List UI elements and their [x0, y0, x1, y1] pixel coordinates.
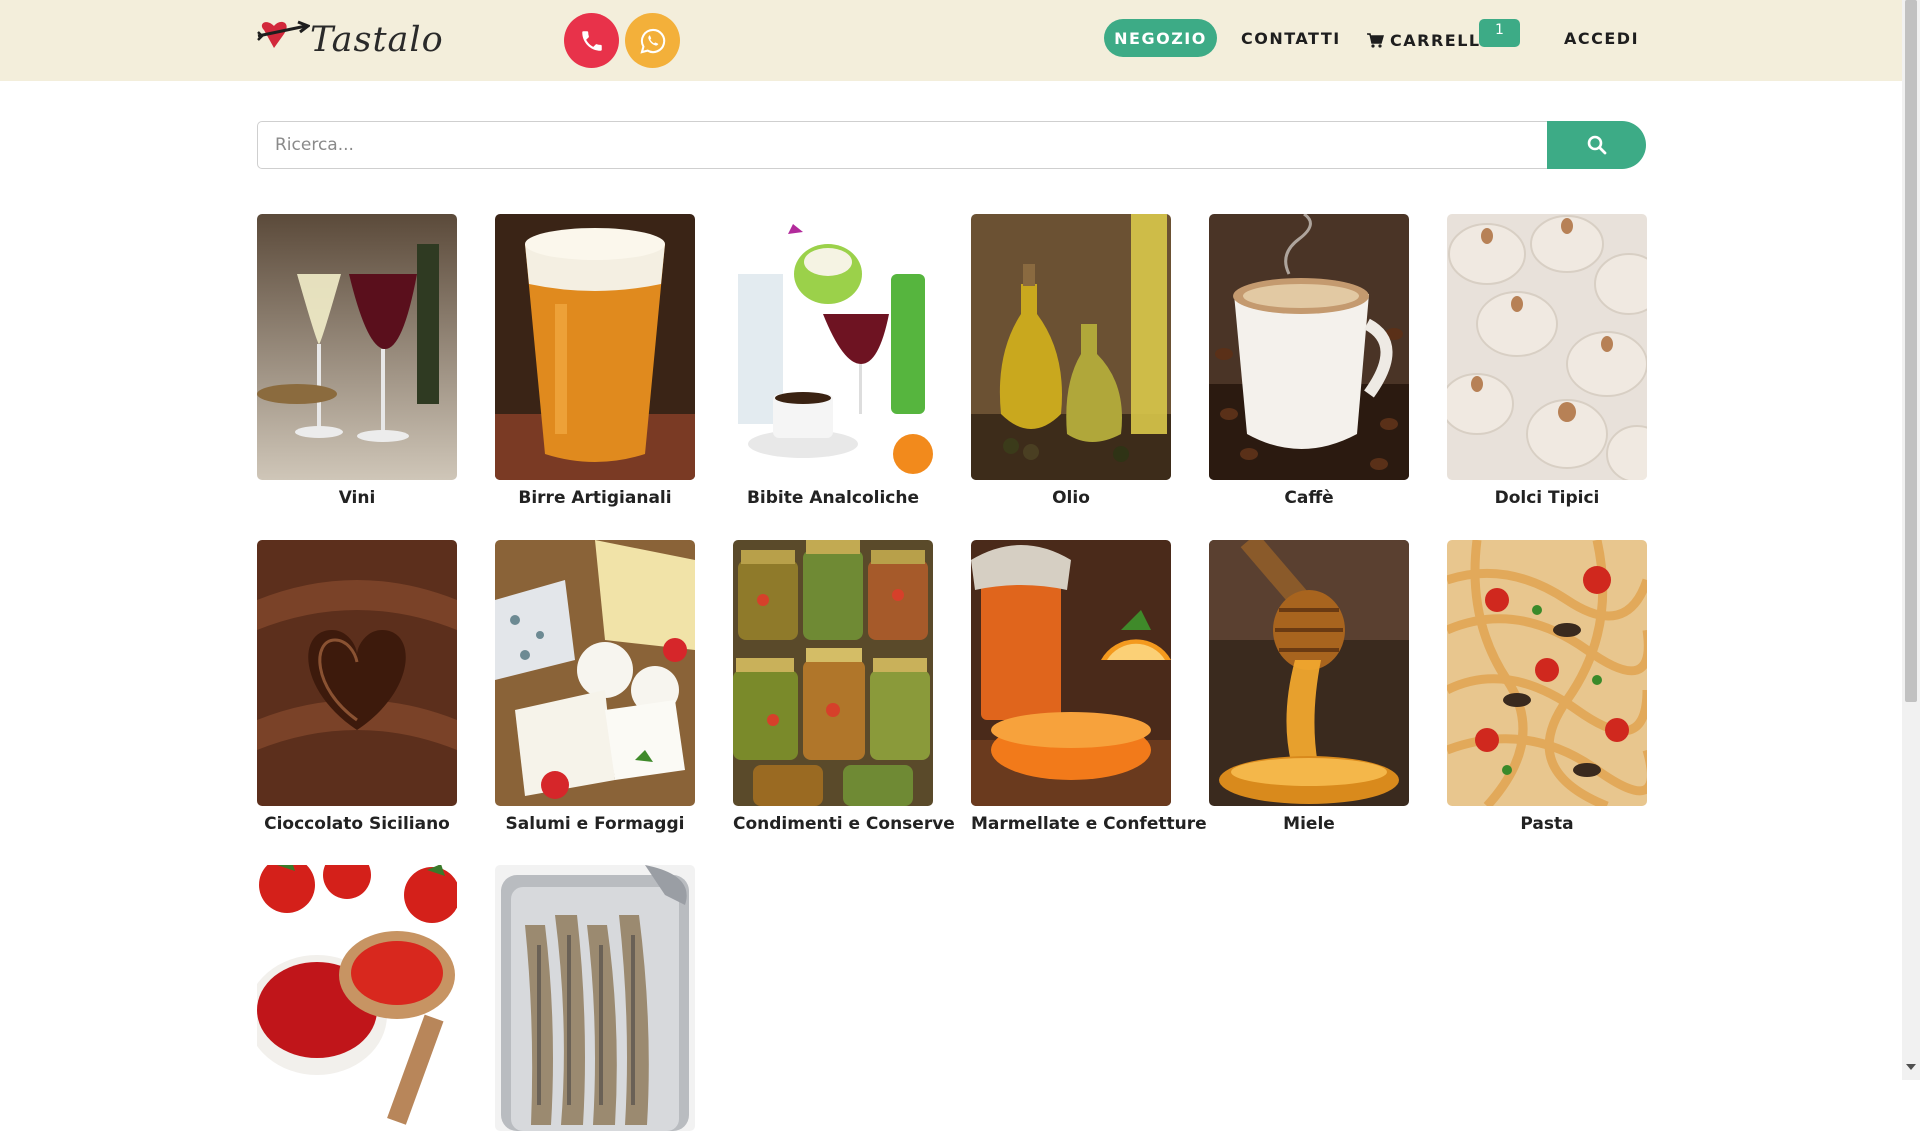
- category-label[interactable]: Dolci Tipici: [1447, 488, 1647, 508]
- category-card-salumi[interactable]: Salumi e Formaggi: [495, 540, 695, 834]
- category-label[interactable]: Cioccolato Siciliano: [257, 814, 457, 834]
- category-image-coffee[interactable]: [1209, 214, 1409, 480]
- category-card-condimenti[interactable]: Condimenti e Conserve: [733, 540, 955, 834]
- category-label[interactable]: Caffè: [1209, 488, 1409, 508]
- brand-name: Tastalo: [310, 20, 444, 60]
- category-label[interactable]: Birre Artigianali: [495, 488, 695, 508]
- whatsapp-icon: [639, 28, 665, 54]
- category-image-beer[interactable]: [495, 214, 695, 480]
- page-scrollbar[interactable]: [1902, 0, 1920, 1080]
- category-image-tomato-sauce[interactable]: [257, 865, 457, 1131]
- category-card-dolci[interactable]: Dolci Tipici: [1447, 214, 1647, 508]
- category-image-sweets[interactable]: [1447, 214, 1647, 480]
- category-card-pasta[interactable]: Pasta: [1447, 540, 1647, 834]
- category-image-pasta[interactable]: [1447, 540, 1647, 806]
- nav-shop[interactable]: NEGOZIO: [1104, 19, 1217, 57]
- category-image-canned-fish[interactable]: [495, 865, 695, 1131]
- category-card-bibite[interactable]: Bibite Analcoliche: [733, 214, 933, 508]
- category-image-soft-drinks[interactable]: [733, 214, 933, 480]
- whatsapp-button[interactable]: [625, 13, 680, 68]
- nav-login[interactable]: ACCEDI: [1564, 19, 1639, 57]
- cart-icon: [1367, 32, 1384, 48]
- brand-logo[interactable]: Tastalo: [256, 18, 443, 64]
- category-card-miele[interactable]: Miele: [1209, 540, 1409, 834]
- category-image-wine[interactable]: [257, 214, 457, 480]
- category-label[interactable]: Condimenti e Conserve: [733, 814, 955, 834]
- cart-count-badge: 1: [1479, 19, 1520, 47]
- category-card-vini[interactable]: Vini: [257, 214, 457, 508]
- scrollbar-thumb[interactable]: [1905, 0, 1917, 702]
- category-image-honey[interactable]: [1209, 540, 1409, 806]
- nav-cart[interactable]: CARRELLO: [1367, 21, 1495, 59]
- category-image-preserves[interactable]: [733, 540, 933, 806]
- phone-icon: [581, 30, 602, 51]
- category-card-birre[interactable]: Birre Artigianali: [495, 214, 695, 508]
- category-image-cheese[interactable]: [495, 540, 695, 806]
- category-label[interactable]: Miele: [1209, 814, 1409, 834]
- category-image-chocolate[interactable]: [257, 540, 457, 806]
- category-label[interactable]: Bibite Analcoliche: [733, 488, 933, 508]
- category-label[interactable]: Olio: [971, 488, 1171, 508]
- heart-arrow-icon: [257, 20, 312, 48]
- scroll-down-icon[interactable]: [1906, 1064, 1916, 1070]
- category-card-marmellate[interactable]: Marmellate e Confetture: [971, 540, 1207, 834]
- category-card-sauce[interactable]: [257, 865, 457, 1139]
- search-icon: [1587, 135, 1606, 155]
- category-card-cioccolato[interactable]: Cioccolato Siciliano: [257, 540, 457, 834]
- category-label[interactable]: Pasta: [1447, 814, 1647, 834]
- category-card-olio[interactable]: Olio: [971, 214, 1171, 508]
- call-button[interactable]: [564, 13, 619, 68]
- search-button[interactable]: [1547, 121, 1646, 169]
- category-label[interactable]: Salumi e Formaggi: [495, 814, 695, 834]
- category-card-fish[interactable]: [495, 865, 695, 1139]
- top-navbar: Tastalo NEGOZIO CONTATTI CARRELLO 1 ACCE…: [0, 0, 1902, 81]
- category-image-oil[interactable]: [971, 214, 1171, 480]
- category-image-jam[interactable]: [971, 540, 1171, 806]
- nav-contacts[interactable]: CONTATTI: [1241, 19, 1341, 57]
- category-label[interactable]: Vini: [257, 488, 457, 508]
- search-input[interactable]: [257, 121, 1547, 169]
- category-card-caffe[interactable]: Caffè: [1209, 214, 1409, 508]
- category-label[interactable]: Marmellate e Confetture: [971, 814, 1207, 834]
